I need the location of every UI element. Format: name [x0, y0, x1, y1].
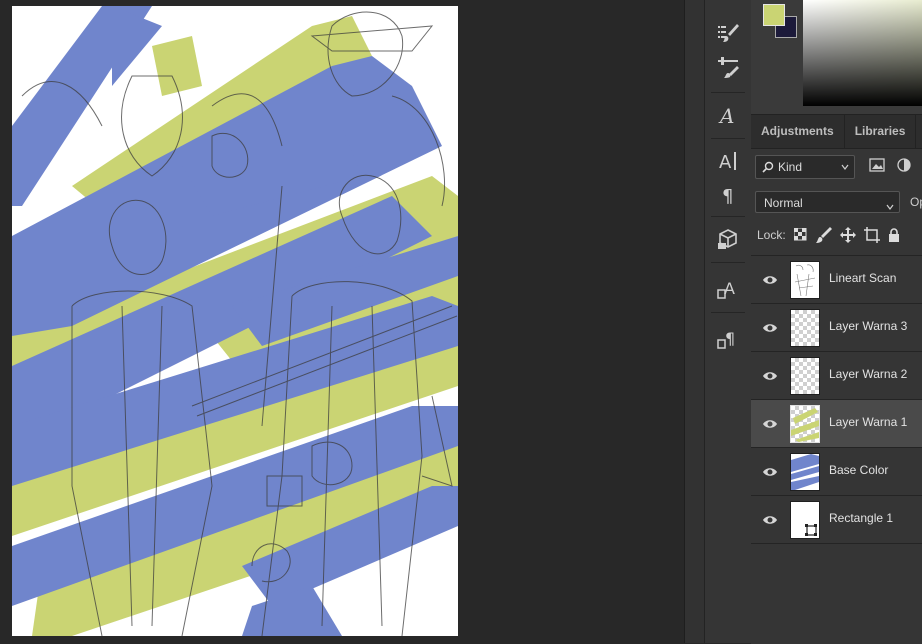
opacity-label: Op [910, 195, 922, 209]
layer-name: Layer Warna 2 [829, 367, 908, 381]
chevron-down-icon [840, 161, 850, 175]
lock-row: Lock: [757, 225, 922, 245]
adjustment-filter-icon[interactable] [897, 158, 911, 177]
lock-all-icon[interactable] [888, 228, 900, 242]
lock-position-icon[interactable] [839, 227, 856, 243]
eye-icon[interactable] [762, 513, 778, 531]
brush-settings-icon[interactable] [705, 16, 751, 50]
layer-row-base-color[interactable]: Base Color [751, 448, 922, 496]
layer-thumbnail [790, 261, 820, 299]
layer-thumbnail [790, 357, 820, 395]
eye-icon[interactable] [762, 273, 778, 291]
lock-artboard-icon[interactable] [863, 227, 880, 243]
blend-mode-select[interactable]: Normal [755, 191, 900, 213]
character-style-icon[interactable]: A [705, 98, 751, 132]
color-picker-field[interactable] [803, 0, 922, 106]
filter-kind-label: Kind [778, 160, 803, 174]
paragraph-styles-icon[interactable]: ¶ [705, 322, 751, 356]
image-filter-icon[interactable] [869, 158, 885, 177]
character-styles-icon[interactable]: A [705, 272, 751, 306]
character-panel-icon[interactable]: A [705, 144, 751, 178]
layer-thumbnail [790, 405, 820, 443]
layer-filter-row: Kind [755, 155, 922, 179]
filter-kind-select[interactable]: Kind [755, 155, 855, 179]
panel-tabs: Adjustments Libraries [751, 115, 922, 149]
layer-row-rectangle-1[interactable]: Rectangle 1 [751, 496, 922, 544]
collapsed-panel-strip: A A ¶ A ¶ [704, 0, 752, 643]
layer-thumbnail [790, 453, 820, 491]
layer-name: Lineart Scan [829, 271, 897, 285]
eye-icon[interactable] [762, 321, 778, 339]
artwork-illustration [12, 6, 458, 636]
tab-adjustments[interactable]: Adjustments [751, 115, 845, 148]
layer-thumbnail [790, 501, 820, 539]
lock-image-pixels-icon[interactable] [815, 227, 832, 243]
color-panel [751, 0, 922, 114]
layer-row-warna-1[interactable]: Layer Warna 1 [751, 400, 922, 448]
lock-transparent-pixels-icon[interactable] [793, 228, 808, 242]
panel-dock-divider[interactable] [684, 0, 705, 643]
layer-row-warna-3[interactable]: Layer Warna 3 [751, 304, 922, 352]
search-icon [762, 161, 774, 173]
layer-row-warna-2[interactable]: Layer Warna 2 [751, 352, 922, 400]
document-workspace [0, 0, 684, 643]
foreground-color-swatch[interactable] [763, 4, 785, 26]
clone-source-icon[interactable] [705, 50, 751, 84]
svg-text:¶: ¶ [725, 329, 735, 348]
svg-text:A: A [718, 104, 734, 126]
chevron-down-icon [885, 197, 895, 219]
layer-row-lineart-scan[interactable]: Lineart Scan [751, 256, 922, 304]
blend-mode-label: Normal [764, 196, 803, 210]
svg-text:¶: ¶ [722, 186, 733, 206]
layer-thumbnail [790, 309, 820, 347]
blend-row: Normal Op [755, 191, 922, 215]
eye-icon[interactable] [762, 465, 778, 483]
layer-list: Lineart Scan Layer Warna 3 Layer Warna 2… [751, 255, 922, 544]
lock-label: Lock: [757, 228, 786, 242]
document-canvas[interactable] [12, 6, 458, 636]
layer-name: Rectangle 1 [829, 511, 894, 525]
svg-text:A: A [719, 152, 732, 172]
layer-name: Layer Warna 1 [829, 415, 908, 429]
layer-name: Base Color [829, 463, 889, 477]
eye-icon[interactable] [762, 369, 778, 387]
layers-panel: Adjustments Libraries Kind Normal Op [751, 114, 922, 644]
eye-icon[interactable] [762, 417, 778, 435]
3d-icon[interactable] [705, 222, 751, 256]
tab-libraries[interactable]: Libraries [845, 115, 917, 148]
paragraph-icon[interactable]: ¶ [705, 178, 751, 212]
layer-name: Layer Warna 3 [829, 319, 908, 333]
